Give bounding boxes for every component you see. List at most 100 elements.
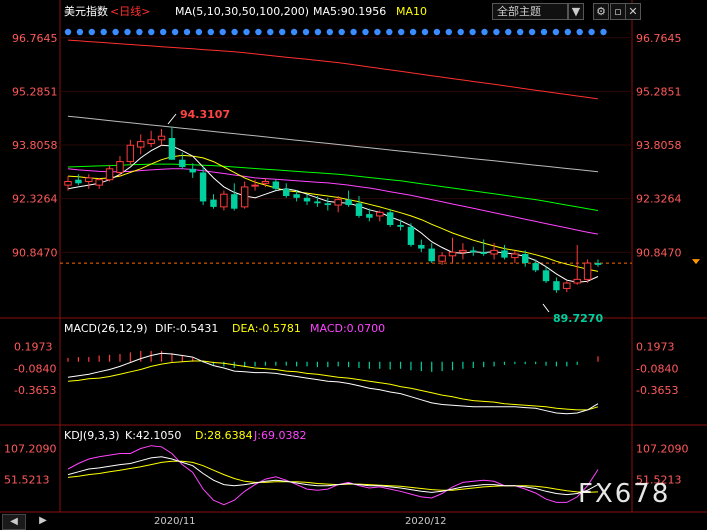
event-marker-dot	[64, 28, 72, 36]
event-marker-dot	[302, 28, 310, 36]
candle-body	[168, 138, 176, 160]
candle-body	[376, 211, 384, 217]
candle-body	[324, 203, 332, 206]
event-marker-dot	[255, 28, 262, 36]
scroll-left-button[interactable]: ◀	[2, 514, 26, 530]
x-tick-nov: 2020/11	[154, 516, 196, 527]
chevron-down-icon: ▼	[571, 5, 581, 18]
candle-body	[126, 144, 135, 163]
theme-select-button[interactable]: 全部主题	[492, 3, 568, 20]
event-marker-dot	[362, 28, 369, 36]
macd-tick-right: 0.1973	[636, 340, 675, 353]
event-marker-dot	[136, 28, 143, 36]
candle-body	[407, 226, 415, 245]
macd-title: MACD(26,12,9)	[64, 322, 148, 335]
event-marker-dot	[374, 28, 381, 36]
event-marker-dot	[219, 28, 226, 36]
ma5-value: MA5:90.1956	[313, 5, 386, 18]
candle-body	[573, 278, 581, 284]
price-tick-right: 93.8058	[636, 139, 682, 152]
candle-body	[334, 199, 342, 206]
candle-body	[448, 251, 457, 257]
candle-body	[293, 194, 300, 198]
candle-body	[105, 168, 114, 181]
gear-button[interactable]: ⚙	[593, 3, 609, 20]
candle-body	[563, 282, 571, 289]
ma10-label: MA10	[396, 5, 427, 18]
event-marker-dot	[457, 28, 464, 36]
event-marker-dot	[409, 28, 417, 36]
candle-body	[583, 262, 592, 280]
kdj-k-value: K:42.1050	[125, 429, 181, 442]
candle-body	[199, 172, 207, 202]
candle-body	[418, 244, 425, 249]
event-marker-dot	[386, 28, 393, 36]
gear-icon: ⚙	[596, 5, 606, 18]
ma50-line	[67, 163, 599, 211]
theme-select-label: 全部主题	[497, 5, 541, 18]
event-marker-dot	[338, 28, 345, 36]
event-marker-dot	[231, 28, 238, 36]
theme-dropdown-arrow[interactable]: ▼	[568, 3, 584, 20]
macd-panel: 0.1973 0.1973 -0.0840 -0.0840 -0.3653 -0.3653	[14, 340, 678, 415]
price-tick-left: 90.8470	[12, 246, 58, 259]
ma100-line	[67, 115, 599, 173]
price-panel: 96.7645 96.7645 95.2851 95.2851 93.8058 93.80…	[12, 28, 700, 293]
candle-body	[438, 255, 446, 262]
ma200-line	[67, 39, 599, 100]
event-marker-dot	[183, 28, 191, 36]
price-tick-right: 92.3264	[636, 193, 682, 206]
candle-body	[116, 161, 124, 173]
event-marker-dot	[481, 28, 488, 36]
event-marker-dot	[564, 28, 571, 36]
event-marker-dot	[100, 28, 107, 36]
event-marker-dot	[505, 28, 512, 36]
event-marker-dot	[243, 28, 250, 36]
last-price-marker	[692, 259, 700, 265]
price-tick-left: 96.7645	[12, 32, 58, 45]
event-marker-dot	[576, 28, 583, 36]
candle-body	[428, 248, 435, 262]
candle-body	[189, 168, 196, 173]
macd-tick-left: 0.1973	[14, 340, 53, 353]
candle-body	[210, 199, 217, 207]
close-button[interactable]: ✕	[625, 3, 641, 20]
scroll-right-button[interactable]: ▶	[38, 514, 48, 528]
candle-body	[147, 139, 155, 144]
candle-body	[553, 281, 560, 291]
chart-area: 96.7645 96.7645 95.2851 95.2851 93.8058 93.80…	[0, 0, 707, 527]
window-button[interactable]: ▫	[610, 3, 626, 20]
candle-body	[231, 194, 238, 209]
kdj_k-line	[67, 456, 599, 496]
price-tick-left: 92.3264	[12, 193, 58, 206]
event-marker-dot	[517, 28, 524, 36]
candle-body	[75, 179, 82, 184]
kdj-j-value: J:69.0382	[253, 429, 306, 442]
candle-body	[345, 199, 352, 206]
x-tick-dec: 2020/12	[405, 516, 447, 527]
price-tick-right: 96.7645	[636, 32, 682, 45]
candle-body	[272, 181, 280, 189]
low-annotation-pointer	[542, 303, 550, 313]
event-marker-dot	[290, 28, 298, 36]
candle-body	[179, 159, 186, 167]
kdj_j-line	[67, 445, 599, 506]
candle-body	[137, 141, 145, 148]
event-marker-dot	[588, 28, 595, 36]
event-marker-dot	[528, 28, 536, 36]
candle-body	[542, 270, 550, 282]
event-marker-dot	[76, 28, 84, 36]
event-marker-dot	[124, 28, 131, 36]
event-marker-dot	[552, 28, 560, 36]
event-marker-dot	[326, 28, 333, 36]
event-marker-dot	[88, 28, 96, 36]
macd-value: MACD:0.0700	[310, 322, 385, 335]
period-label[interactable]: <日线>	[110, 4, 150, 18]
kdj-tick-left: 107.2090	[4, 442, 57, 455]
event-marker-dot	[469, 28, 476, 36]
event-marker-dot	[279, 28, 286, 36]
kdj-title: KDJ(9,3,3)	[64, 429, 120, 442]
candle-body	[397, 225, 404, 227]
candle-body	[532, 263, 539, 271]
price-tick-left: 95.2851	[12, 85, 58, 98]
